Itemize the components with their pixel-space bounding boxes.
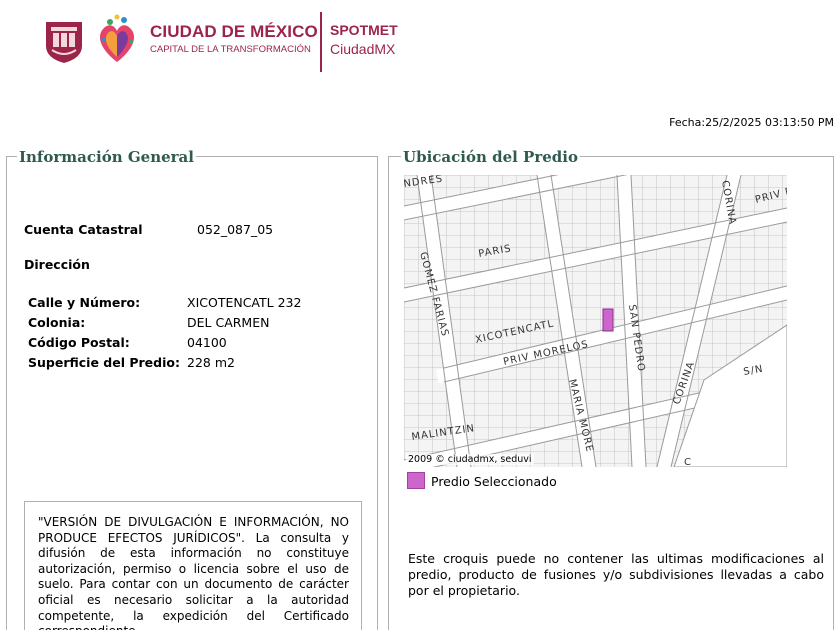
street-label-c: C bbox=[684, 457, 692, 467]
header: CIUDAD DE MÉXICO CAPITAL DE LA TRANSFORM… bbox=[40, 10, 440, 72]
location-map[interactable]: NDRES CORINA PRIV PARI PARIS GOMEZ FARIA… bbox=[404, 175, 787, 467]
superficie-label: Superficie del Predio: bbox=[28, 355, 180, 370]
app-subname: CiudadMX bbox=[330, 41, 396, 57]
date-timestamp: Fecha:25/2/2025 03:13:50 PM bbox=[669, 116, 834, 129]
disclaimer-box: "VERSIÓN DE DIVULGACIÓN E INFORMACIÓN, N… bbox=[24, 501, 362, 630]
codigo-postal-value: 04100 bbox=[187, 335, 227, 350]
calle-label: Calle y Número: bbox=[28, 295, 141, 310]
predio-legend-swatch bbox=[407, 472, 425, 489]
info-general-title: Información General bbox=[17, 148, 196, 166]
colonia-value: DEL CARMEN bbox=[187, 315, 270, 330]
map-copyright: 2009 © ciudadmx, seduvi bbox=[406, 454, 534, 465]
app-name: SPOTMET bbox=[330, 22, 398, 38]
calle-value: XICOTENCATL 232 bbox=[187, 295, 302, 310]
map-canvas: NDRES CORINA PRIV PARI PARIS GOMEZ FARIA… bbox=[404, 175, 787, 467]
brand-divider bbox=[320, 12, 322, 72]
brand-title: CIUDAD DE MÉXICO bbox=[150, 22, 318, 41]
ubicacion-title: Ubicación del Predio bbox=[401, 148, 580, 166]
info-general-panel: Información General Cuenta Catastral 052… bbox=[6, 148, 378, 630]
cdmx-shield-logo bbox=[46, 22, 82, 63]
cuenta-catastral-label: Cuenta Catastral bbox=[24, 222, 143, 237]
colonia-label: Colonia: bbox=[28, 315, 86, 330]
croquis-note: Este croquis puede no contener las ultim… bbox=[408, 551, 824, 598]
predio-legend-label: Predio Seleccionado bbox=[431, 474, 557, 489]
heart-logo bbox=[99, 14, 135, 63]
superficie-value: 228 m2 bbox=[187, 355, 235, 370]
ubicacion-panel: Ubicación del Predio NDRES CORINA PRIV P… bbox=[388, 148, 834, 630]
cuenta-catastral-value: 052_087_05 bbox=[197, 222, 274, 237]
brand-subtitle: CAPITAL DE LA TRANSFORMACIÓN bbox=[150, 44, 311, 55]
codigo-postal-label: Código Postal: bbox=[28, 335, 130, 350]
direccion-label: Dirección bbox=[24, 257, 90, 272]
